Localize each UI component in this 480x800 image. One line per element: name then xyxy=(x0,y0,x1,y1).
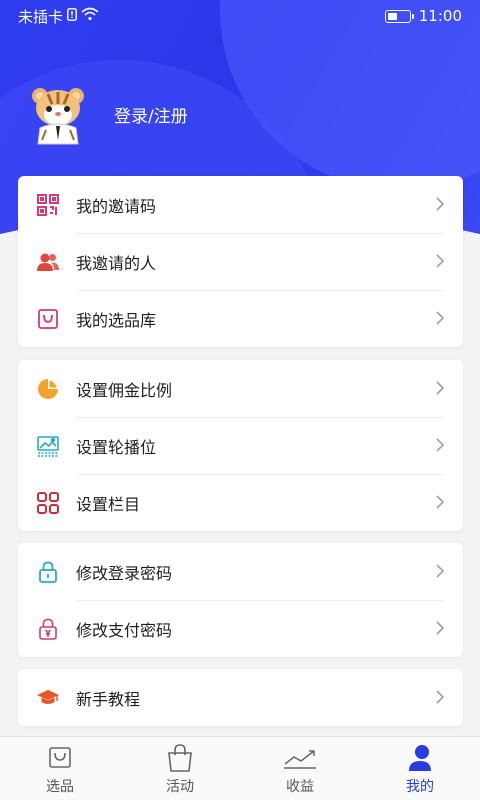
menu-item-tutorial[interactable]: 新手教程 xyxy=(18,669,463,726)
menu-item-product-library[interactable]: 我的选品库 xyxy=(18,290,463,347)
status-bar: 未插卡 11:00 xyxy=(0,0,480,32)
grid-icon xyxy=(36,491,60,515)
battery-icon xyxy=(384,9,414,23)
user-icon xyxy=(407,744,433,772)
chevron-right-icon xyxy=(436,621,445,635)
menu-group-settings: 设置佣金比例 设置轮播位 设置栏目 xyxy=(18,360,463,531)
chevron-right-icon xyxy=(436,690,445,704)
trend-icon xyxy=(283,744,317,772)
menu-item-label: 设置栏目 xyxy=(76,494,141,514)
clock: 11:00 xyxy=(418,7,462,25)
menu-item-label: 设置佣金比例 xyxy=(76,380,173,400)
tab-label: 收益 xyxy=(286,779,314,795)
menu-item-my-invitees[interactable]: 我邀请的人 xyxy=(18,233,463,290)
chevron-right-icon xyxy=(436,495,445,509)
menu-item-label: 我邀请的人 xyxy=(76,253,157,273)
no-sim-icon xyxy=(67,7,77,25)
chevron-right-icon xyxy=(436,564,445,578)
shopping-bag-icon xyxy=(36,307,60,331)
menu-item-label: 修改登录密码 xyxy=(76,563,173,583)
tab-mine[interactable]: 我的 xyxy=(360,737,480,800)
chevron-right-icon xyxy=(436,438,445,452)
avatar[interactable] xyxy=(26,82,90,146)
graduation-cap-icon xyxy=(36,686,60,710)
tab-label: 我的 xyxy=(406,779,434,795)
menu-group-passwords: 修改登录密码 修改支付密码 xyxy=(18,543,463,657)
login-register-link[interactable]: 登录/注册 xyxy=(114,102,188,127)
tab-products[interactable]: 选品 xyxy=(0,737,120,800)
menu-item-label: 新手教程 xyxy=(76,689,141,709)
lock-icon xyxy=(36,560,60,584)
menu-group-invite: 我的邀请码 我邀请的人 我的选品库 xyxy=(18,176,463,347)
shopping-bag-icon xyxy=(165,744,195,772)
pie-chart-icon xyxy=(36,377,60,401)
menu-item-carousel[interactable]: 设置轮播位 xyxy=(18,417,463,474)
chevron-right-icon xyxy=(436,254,445,268)
chevron-right-icon xyxy=(436,311,445,325)
wifi-icon xyxy=(81,7,99,25)
menu-item-login-password[interactable]: 修改登录密码 xyxy=(18,543,463,600)
pay-lock-icon xyxy=(36,617,60,641)
tab-earnings[interactable]: 收益 xyxy=(240,737,360,800)
chevron-right-icon xyxy=(436,197,445,211)
tab-label: 选品 xyxy=(46,779,74,795)
menu-item-invite-code[interactable]: 我的邀请码 xyxy=(18,176,463,233)
menu-item-commission-rate[interactable]: 设置佣金比例 xyxy=(18,360,463,417)
bag-icon xyxy=(47,744,73,772)
chevron-right-icon xyxy=(436,381,445,395)
tab-activities[interactable]: 活动 xyxy=(120,737,240,800)
menu-item-columns[interactable]: 设置栏目 xyxy=(18,474,463,531)
people-icon xyxy=(36,250,60,274)
menu-item-label: 设置轮播位 xyxy=(76,437,157,457)
carrier-label: 未插卡 xyxy=(18,7,64,26)
hamster-mascot-icon xyxy=(32,88,84,145)
menu-item-label: 我的选品库 xyxy=(76,310,157,330)
qr-code-icon xyxy=(36,193,60,217)
tab-label: 活动 xyxy=(166,779,194,795)
menu-item-label: 我的邀请码 xyxy=(76,196,157,216)
bottom-tab-bar: 选品 活动 收益 我的 xyxy=(0,736,480,800)
menu-item-payment-password[interactable]: 修改支付密码 xyxy=(18,600,463,657)
profile-header[interactable]: 登录/注册 xyxy=(26,82,188,146)
menu-item-label: 修改支付密码 xyxy=(76,620,173,640)
menu-group-tutorial: 新手教程 xyxy=(18,669,463,726)
image-carousel-icon xyxy=(36,434,60,458)
